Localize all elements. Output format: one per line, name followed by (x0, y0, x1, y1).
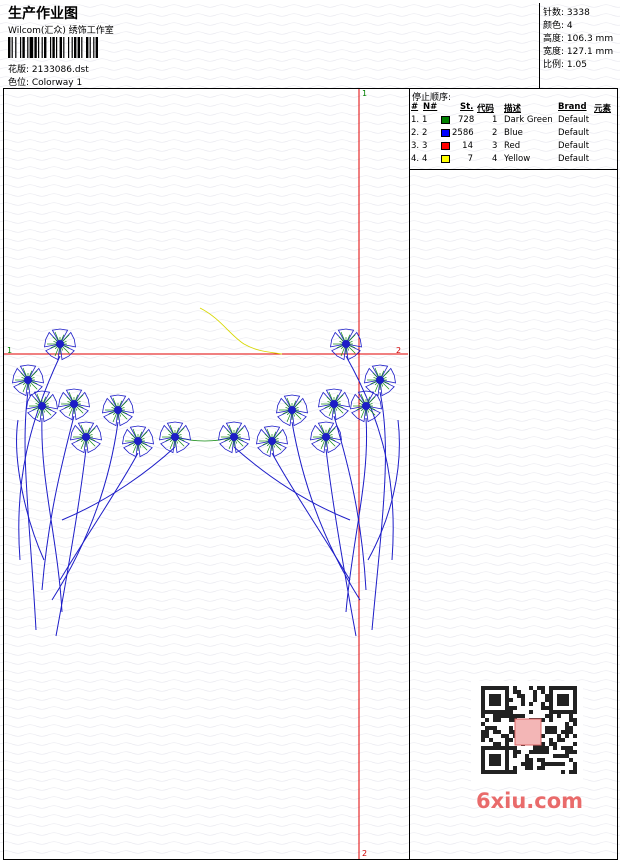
flower-motif (218, 421, 250, 454)
col-header-description: 描述 (504, 104, 522, 114)
flower-motif (364, 364, 396, 397)
thread-color-swatch (441, 129, 450, 137)
flower-motif (44, 328, 76, 361)
flower-motif (256, 425, 288, 458)
stem-line (291, 421, 361, 601)
stem-line (59, 452, 139, 581)
stem-line (51, 421, 119, 601)
marker-horizontal-start: 1 (7, 346, 13, 355)
embroidery-design (12, 307, 400, 637)
col-header-element: 元素 (594, 104, 612, 114)
table-row: 1. 1 728 1 Dark Green Default (411, 115, 590, 125)
stem-line (271, 452, 351, 581)
stem-line (367, 419, 400, 561)
flower-motif (58, 388, 90, 421)
thread-color-swatch (441, 142, 450, 150)
flower-motif (276, 394, 308, 427)
col-header-code: 代码 (477, 104, 495, 114)
yellow-thread (199, 307, 283, 355)
production-worksheet: 生产作业图 Wilcom(汇众) 绣饰工作室 花版: 2133086.dst 色… (0, 0, 620, 861)
flower-motif (122, 425, 154, 458)
stem-line (61, 446, 176, 521)
stem-line (55, 448, 87, 637)
flower-motif (318, 388, 350, 421)
marker-horizontal-end: 2 (396, 346, 402, 355)
flower-motif (70, 421, 102, 454)
col-header-brand: Brand (558, 102, 587, 112)
watermark: 6xiu.com (476, 789, 584, 813)
stem-line (371, 391, 386, 631)
marker-vertical-end: 2 (362, 849, 368, 858)
flower-motif (102, 394, 134, 427)
flower-motif (159, 421, 191, 454)
qr-code-graphic (481, 686, 577, 774)
marker-vertical-start: 1 (362, 89, 368, 98)
stem-line (233, 446, 351, 521)
col-header-needle: N# (423, 102, 438, 112)
flower-motif (12, 364, 44, 397)
col-header-index: # (411, 102, 419, 112)
col-header-stitches: St. (460, 102, 474, 112)
qr-code (471, 681, 583, 783)
thread-color-swatch (441, 155, 450, 163)
thread-color-swatch (441, 116, 450, 124)
table-row: 4. 4 7 4 Yellow Default (411, 154, 590, 164)
table-row: 2. 2 2586 2 Blue Default (411, 128, 590, 138)
flower-motif (26, 390, 58, 423)
table-row: 3. 3 14 3 Red Default (411, 141, 590, 151)
stem-line (325, 448, 357, 637)
flower-motif (330, 328, 362, 361)
